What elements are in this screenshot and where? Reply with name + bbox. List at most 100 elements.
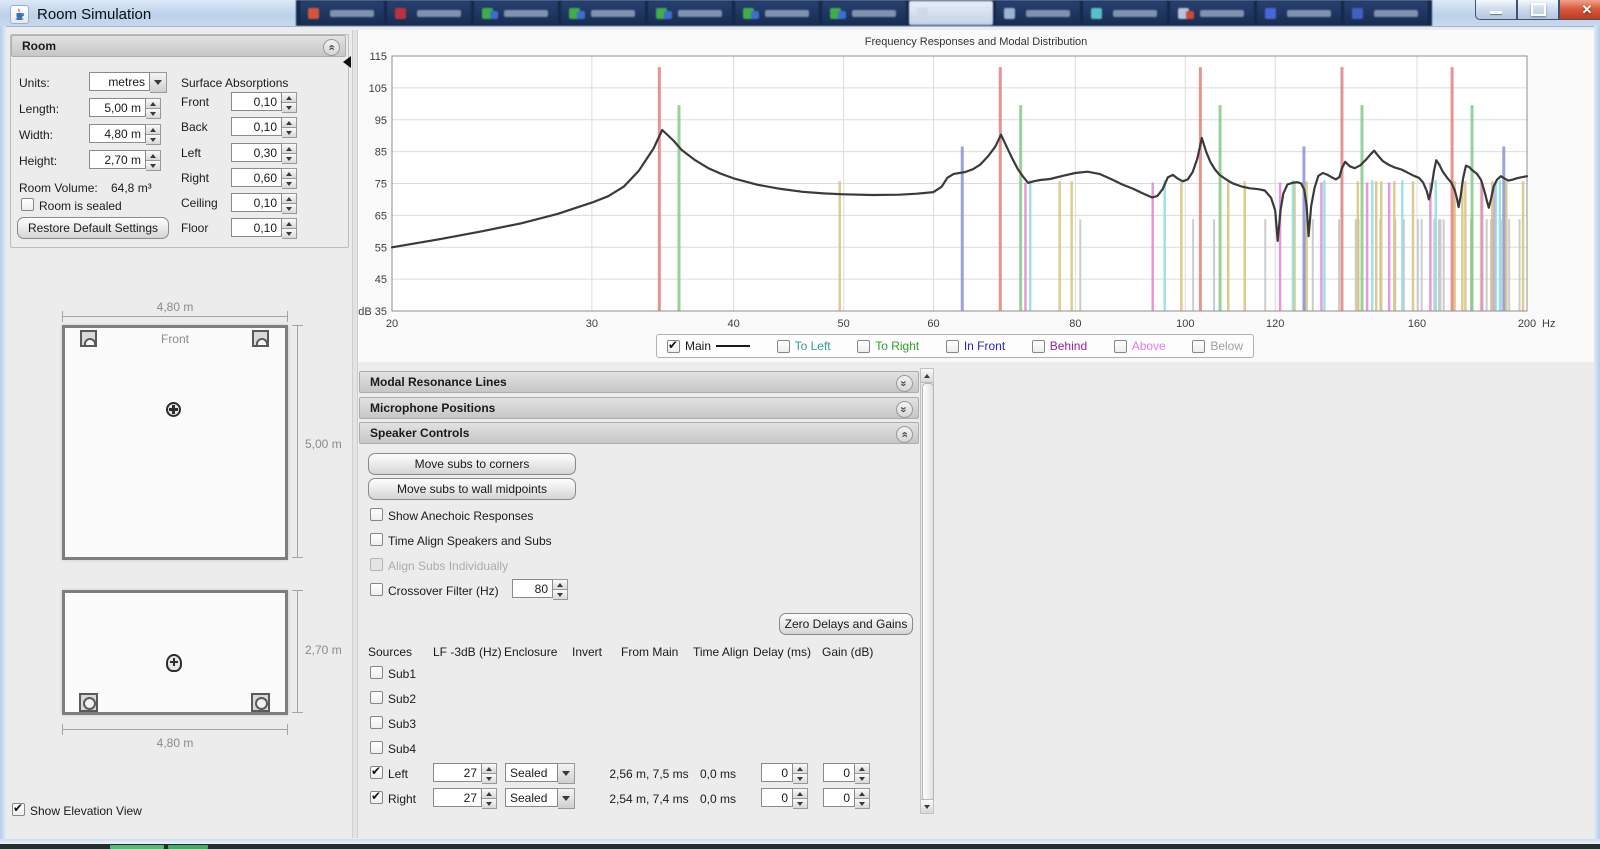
room-panel-header[interactable]: Room « bbox=[11, 35, 346, 57]
legend-checkbox[interactable] bbox=[945, 339, 959, 353]
width-value[interactable]: 4,80 m bbox=[89, 124, 146, 143]
surface-front-spinner[interactable]: 0,10 bbox=[231, 92, 297, 113]
move-subs-corners-button[interactable]: Move subs to corners bbox=[368, 453, 576, 475]
taskbar-button[interactable] bbox=[474, 1, 558, 25]
taskbar-button[interactable] bbox=[822, 1, 906, 25]
move-subs-midpoints-button[interactable]: Move subs to wall midpoints bbox=[368, 478, 576, 500]
right-gain-spinner[interactable]: 0 bbox=[823, 788, 870, 809]
spin-down-icon[interactable] bbox=[146, 161, 161, 171]
chevron-down-icon[interactable] bbox=[150, 72, 167, 93]
right-speaker-elevation-icon[interactable] bbox=[251, 693, 270, 712]
legend-checkbox[interactable] bbox=[667, 338, 680, 353]
legend-checkbox[interactable] bbox=[776, 339, 790, 353]
taskbar-button[interactable] bbox=[909, 1, 993, 25]
spin-down-icon[interactable] bbox=[793, 774, 808, 784]
spin-up-icon[interactable] bbox=[146, 150, 161, 161]
spin-up-icon[interactable] bbox=[793, 788, 808, 799]
surface-back-spinner[interactable]: 0,10 bbox=[231, 117, 297, 138]
legend-checkbox[interactable] bbox=[1031, 339, 1045, 353]
show-anechoic-checkbox[interactable] bbox=[370, 508, 383, 521]
surface-ceiling-spinner[interactable]: 0,10 bbox=[231, 193, 297, 214]
taskbar-button[interactable] bbox=[1344, 1, 1428, 25]
spin-down-icon[interactable] bbox=[146, 109, 161, 119]
spin-up-icon[interactable] bbox=[282, 143, 297, 154]
close-button[interactable]: ✕ bbox=[1559, 0, 1600, 20]
spin-down-icon[interactable] bbox=[282, 204, 297, 214]
left-gain-spinner[interactable]: 0 bbox=[823, 763, 870, 784]
minimize-button[interactable] bbox=[1475, 0, 1517, 20]
microphone-positions-header[interactable]: Microphone Positions « bbox=[359, 397, 919, 419]
modal-resonance-lines-header[interactable]: Modal Resonance Lines « bbox=[359, 371, 919, 393]
taskbar-button[interactable] bbox=[648, 1, 732, 25]
legend-checkbox[interactable] bbox=[1113, 339, 1127, 353]
height-value[interactable]: 2,70 m bbox=[89, 150, 146, 169]
right-speaker-checkbox[interactable] bbox=[370, 789, 383, 804]
expand-chevron-icon[interactable]: « bbox=[896, 375, 913, 392]
surface-left-value[interactable]: 0,30 bbox=[231, 143, 282, 162]
zero-delays-gains-button[interactable]: Zero Delays and Gains bbox=[779, 613, 913, 635]
left-enclosure-combo[interactable]: Sealed bbox=[505, 763, 575, 784]
right-delay-value[interactable]: 0 bbox=[761, 788, 793, 807]
collapse-chevron-icon[interactable]: « bbox=[896, 426, 913, 443]
taskbar-button[interactable] bbox=[1257, 1, 1341, 25]
surface-left-spinner[interactable]: 0,30 bbox=[231, 143, 297, 164]
spin-up-icon[interactable] bbox=[282, 168, 297, 179]
sub4-checkbox[interactable] bbox=[370, 741, 383, 754]
left-speaker-checkbox[interactable] bbox=[370, 764, 383, 779]
listener-plan-icon[interactable] bbox=[166, 402, 181, 417]
spin-up-icon[interactable] bbox=[282, 193, 297, 204]
right-lf3db-value[interactable]: 27 bbox=[433, 788, 482, 807]
crossover-filter-spinner[interactable]: 80 bbox=[512, 579, 568, 600]
units-combo[interactable]: metres bbox=[89, 72, 167, 93]
length-value[interactable]: 5,00 m bbox=[89, 98, 146, 117]
left-gain-value[interactable]: 0 bbox=[823, 763, 855, 782]
crossover-filter-checkbox[interactable] bbox=[370, 583, 383, 596]
surface-front-value[interactable]: 0,10 bbox=[231, 92, 282, 111]
surface-right-spinner[interactable]: 0,60 bbox=[231, 168, 297, 189]
right-delay-spinner[interactable]: 0 bbox=[761, 788, 808, 809]
spin-up-icon[interactable] bbox=[282, 117, 297, 128]
spin-down-icon[interactable] bbox=[553, 590, 568, 600]
spin-up-icon[interactable] bbox=[146, 124, 161, 135]
splitter-collapse-arrow-icon[interactable] bbox=[343, 56, 351, 68]
surface-ceiling-value[interactable]: 0,10 bbox=[231, 193, 282, 212]
expand-chevron-icon[interactable]: « bbox=[896, 401, 913, 418]
surface-floor-spinner[interactable]: 0,10 bbox=[231, 218, 297, 239]
right-speaker-plan-icon[interactable] bbox=[252, 330, 269, 347]
spin-down-icon[interactable] bbox=[855, 799, 870, 809]
spin-down-icon[interactable] bbox=[282, 154, 297, 164]
spin-down-icon[interactable] bbox=[482, 774, 497, 784]
spin-up-icon[interactable] bbox=[553, 579, 568, 590]
time-align-checkbox[interactable] bbox=[370, 533, 383, 546]
left-delay-value[interactable]: 0 bbox=[761, 763, 793, 782]
spin-up-icon[interactable] bbox=[282, 218, 297, 229]
legend-checkbox[interactable] bbox=[857, 339, 871, 353]
surface-right-value[interactable]: 0,60 bbox=[231, 168, 282, 187]
left-speaker-plan-icon[interactable] bbox=[80, 330, 97, 347]
height-spinner[interactable]: 2,70 m bbox=[89, 150, 161, 171]
sub3-checkbox[interactable] bbox=[370, 716, 383, 729]
collapse-chevron-icon[interactable]: « bbox=[323, 39, 340, 56]
taskbar-button[interactable] bbox=[1083, 1, 1167, 25]
left-speaker-elevation-icon[interactable] bbox=[79, 693, 98, 712]
right-gain-value[interactable]: 0 bbox=[823, 788, 855, 807]
taskbar-button[interactable] bbox=[300, 1, 384, 25]
width-spinner[interactable]: 4,80 m bbox=[89, 124, 161, 145]
restore-defaults-button[interactable]: Restore Default Settings bbox=[17, 217, 169, 239]
spin-up-icon[interactable] bbox=[855, 763, 870, 774]
surface-back-value[interactable]: 0,10 bbox=[231, 117, 282, 136]
chevron-down-icon[interactable] bbox=[558, 788, 575, 809]
scroll-down-button[interactable] bbox=[921, 799, 933, 813]
spin-up-icon[interactable] bbox=[793, 763, 808, 774]
spin-down-icon[interactable] bbox=[282, 128, 297, 138]
surface-floor-value[interactable]: 0,10 bbox=[231, 218, 282, 237]
left-lf3db-spinner[interactable]: 27 bbox=[433, 763, 497, 784]
taskbar-button[interactable] bbox=[735, 1, 819, 25]
left-lf3db-value[interactable]: 27 bbox=[433, 763, 482, 782]
taskbar-button[interactable] bbox=[387, 1, 471, 25]
show-elevation-checkbox[interactable] bbox=[12, 801, 25, 816]
spin-down-icon[interactable] bbox=[282, 229, 297, 239]
right-enclosure-combo[interactable]: Sealed bbox=[505, 788, 575, 809]
taskbar-button[interactable] bbox=[996, 1, 1080, 25]
vertical-scrollbar[interactable] bbox=[920, 368, 934, 814]
